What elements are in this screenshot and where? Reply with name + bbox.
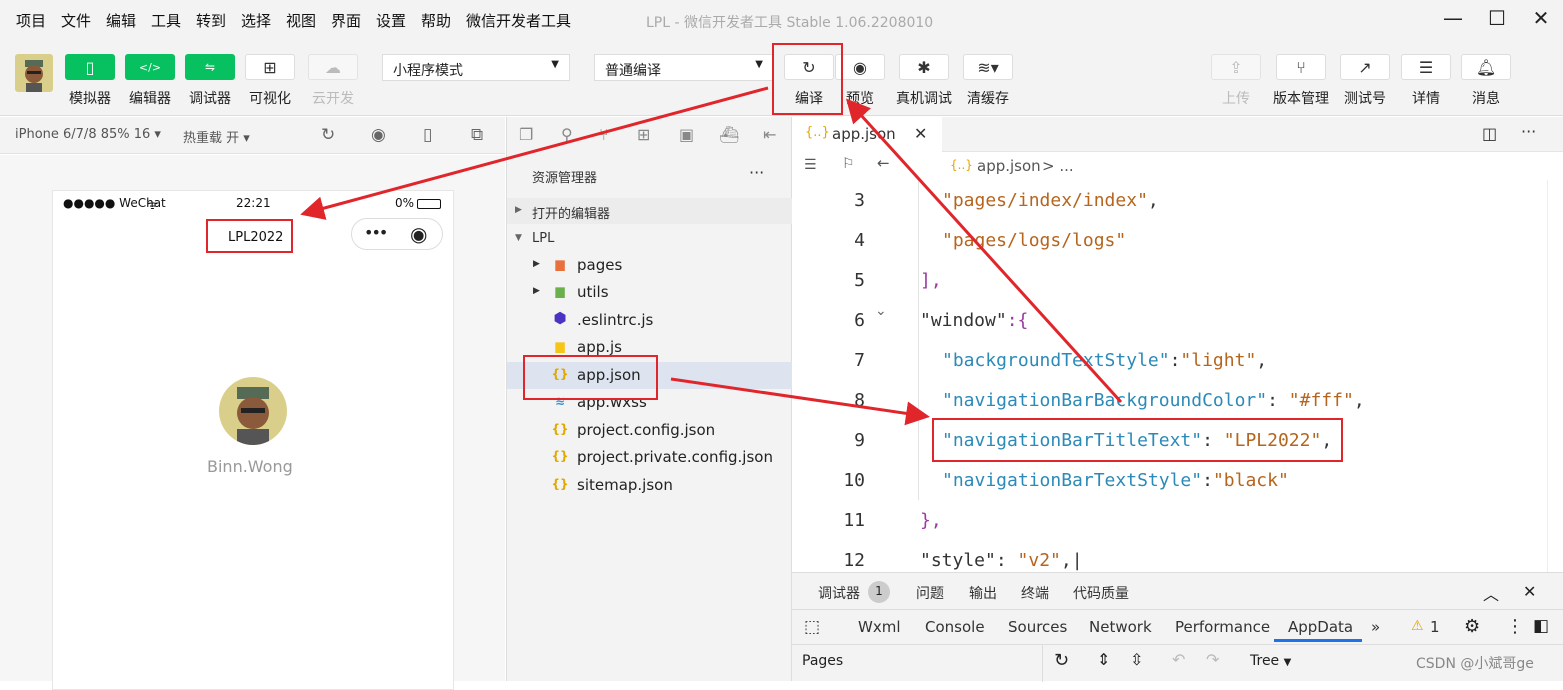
arrow-compile-to-phone: [300, 86, 769, 220]
annotation-arrows: [300, 86, 1123, 426]
arrow-code-to-compile: [845, 98, 1123, 404]
arrow-appjson-to-code: [670, 377, 930, 426]
